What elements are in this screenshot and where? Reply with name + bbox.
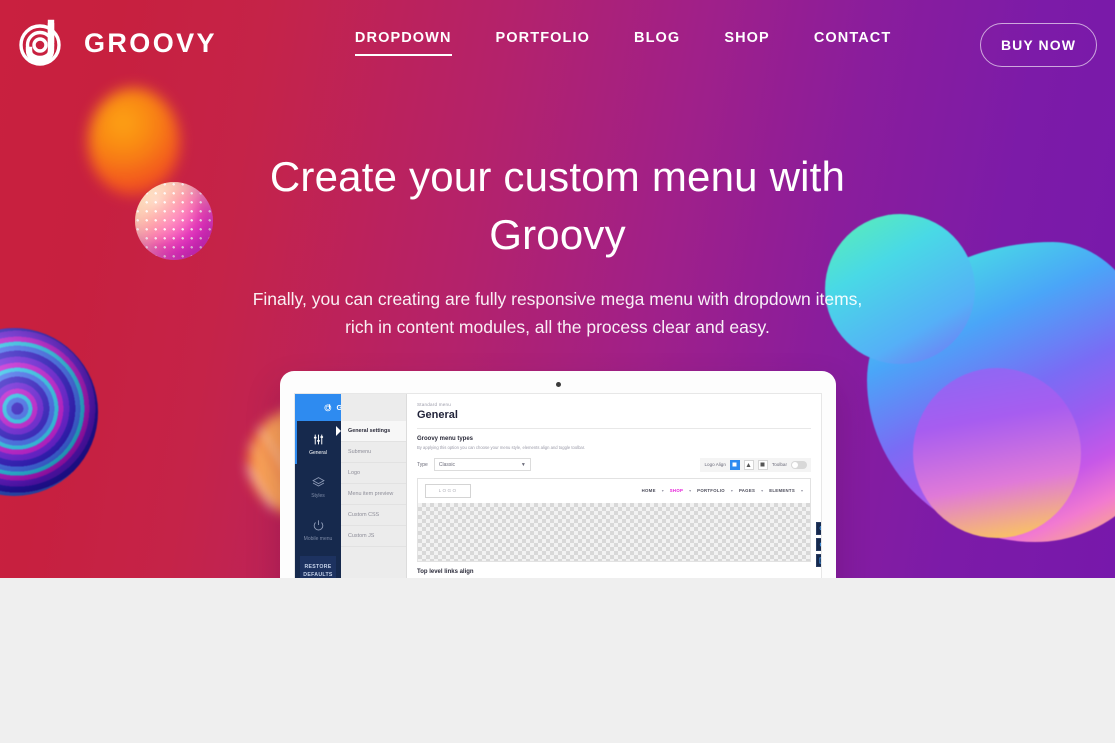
list-item-menu-item-preview[interactable]: Menu item preview bbox=[341, 484, 406, 505]
preview-link-elements[interactable]: ELEMENTS bbox=[769, 488, 795, 493]
toolbar-toggle[interactable] bbox=[791, 460, 807, 469]
breadcrumb: Standard menu bbox=[417, 402, 452, 407]
site-header: GROOVY DROPDOWN PORTFOLIO BLOG SHOP CONT… bbox=[0, 0, 1115, 86]
align-center-button[interactable] bbox=[743, 459, 754, 470]
logo-align-label: Logo Align bbox=[704, 462, 726, 467]
main-nav: DROPDOWN PORTFOLIO BLOG SHOP CONTACT bbox=[354, 30, 892, 56]
restore-defaults-button[interactable]: RESTORE DEFAULTS bbox=[300, 556, 336, 578]
concentric-rings-sphere bbox=[0, 328, 98, 496]
refresh-icon[interactable] bbox=[816, 538, 821, 551]
pane-title: General bbox=[417, 409, 458, 421]
preview-link-shop[interactable]: SHOP bbox=[670, 488, 683, 493]
preview-nav: HOME ▾ SHOP ▾ PORTFOLIO ▾ PAGES ▾ ELEMEN… bbox=[642, 488, 803, 493]
sidebar-item-general-label: General bbox=[309, 450, 327, 456]
list-item-submenu[interactable]: Submenu bbox=[341, 442, 406, 463]
type-select-value: Classic bbox=[438, 461, 455, 468]
align-left-button[interactable] bbox=[729, 459, 740, 470]
list-item-general-settings[interactable]: General settings bbox=[336, 421, 406, 442]
buy-now-button[interactable]: BUY NOW bbox=[980, 23, 1097, 67]
preview-logo-placeholder: LOGO bbox=[425, 483, 471, 498]
type-row: Type Classic ▼ Logo Align Toolbar bbox=[417, 457, 811, 472]
list-header-spacer bbox=[341, 394, 406, 421]
groovy-spiral-logo-small bbox=[324, 404, 332, 412]
nav-item-contact[interactable]: CONTACT bbox=[814, 30, 892, 56]
hero-section: GROOVY DROPDOWN PORTFOLIO BLOG SHOP CONT… bbox=[0, 0, 1115, 578]
app-main-panel: Standard menu General Groovy menu types … bbox=[407, 394, 821, 578]
laptop-mockup: GROOVY General bbox=[250, 371, 866, 578]
laptop-lid: GROOVY General bbox=[280, 371, 836, 578]
nav-item-portfolio[interactable]: PORTFOLIO bbox=[496, 30, 590, 56]
sidebar-item-styles[interactable]: Styles bbox=[295, 464, 341, 507]
preview-link-home[interactable]: HOME bbox=[642, 488, 656, 493]
nav-item-dropdown[interactable]: DROPDOWN bbox=[354, 30, 452, 56]
hero-subtitle: Finally, you can creating are fully resp… bbox=[252, 289, 863, 338]
sidebar-item-mobile-label: Mobile menu bbox=[303, 536, 333, 542]
section-desc-menu-types: By applying this option you can choose y… bbox=[417, 445, 586, 450]
sliders-icon bbox=[295, 431, 341, 447]
app-sidebar: GROOVY General bbox=[295, 394, 405, 578]
chevron-down-icon: ▾ bbox=[661, 488, 664, 493]
brand-name: GROOVY bbox=[84, 27, 217, 58]
hero-title-line2: Groovy bbox=[489, 210, 626, 258]
menu-preview: LOGO HOME ▾ SHOP ▾ PORTFOLIO ▾ PAGES ▾ E… bbox=[417, 477, 811, 562]
type-select[interactable]: Classic ▼ bbox=[433, 458, 531, 471]
section-title-menu-types: Groovy menu types bbox=[417, 436, 474, 442]
hero-title-line1: Create your custom menu with bbox=[269, 153, 846, 200]
preview-link-pages[interactable]: PAGES bbox=[739, 488, 755, 493]
chevron-down-icon: ▾ bbox=[761, 488, 764, 493]
webcam-dot bbox=[555, 382, 561, 387]
sidebar-item-styles-label: Styles bbox=[311, 493, 325, 499]
hero-copy: Create your custom menu with Groovy Fina… bbox=[0, 148, 1115, 342]
layers-icon bbox=[295, 474, 341, 490]
list-item-logo[interactable]: Logo bbox=[341, 463, 406, 484]
power-icon bbox=[295, 517, 341, 533]
chevron-down-icon: ▾ bbox=[689, 488, 692, 493]
lower-section bbox=[0, 578, 1115, 743]
toolbar-label: Toolbar bbox=[771, 462, 787, 467]
preview-tools bbox=[816, 522, 821, 570]
type-label: Type bbox=[417, 461, 428, 468]
section-title-links-align: Top level links align bbox=[417, 568, 474, 575]
align-right-button[interactable] bbox=[757, 459, 768, 470]
divider bbox=[417, 428, 811, 429]
chevron-down-icon: ▾ bbox=[730, 488, 733, 493]
logo-align-group: Logo Align Toolbar bbox=[700, 457, 811, 472]
sidebar-item-general[interactable]: General bbox=[295, 421, 341, 464]
list-item-custom-js[interactable]: Custom JS bbox=[341, 526, 406, 547]
transparent-checkerboard bbox=[418, 502, 810, 561]
page-title: Create your custom menu with Groovy bbox=[0, 148, 1115, 263]
save-icon[interactable] bbox=[816, 554, 821, 567]
nav-item-blog[interactable]: BLOG bbox=[634, 30, 680, 56]
chevron-down-icon: ▼ bbox=[520, 461, 526, 468]
preview-menu-bar: LOGO HOME ▾ SHOP ▾ PORTFOLIO ▾ PAGES ▾ E… bbox=[418, 478, 810, 503]
nav-item-shop[interactable]: SHOP bbox=[724, 30, 770, 56]
preview-link-portfolio[interactable]: PORTFOLIO bbox=[697, 488, 725, 493]
sidebar-item-mobile-menu[interactable]: Mobile menu bbox=[295, 507, 341, 550]
list-item-custom-css[interactable]: Custom CSS bbox=[341, 505, 406, 526]
brand-logo[interactable]: GROOVY bbox=[16, 15, 217, 71]
app-screen: GROOVY General bbox=[294, 393, 822, 578]
groovy-spiral-logo bbox=[16, 15, 72, 71]
chevron-down-icon: ▾ bbox=[800, 488, 803, 493]
app-settings-list: General settings Submenu Logo Menu item … bbox=[336, 394, 407, 578]
search-icon[interactable] bbox=[816, 522, 821, 535]
